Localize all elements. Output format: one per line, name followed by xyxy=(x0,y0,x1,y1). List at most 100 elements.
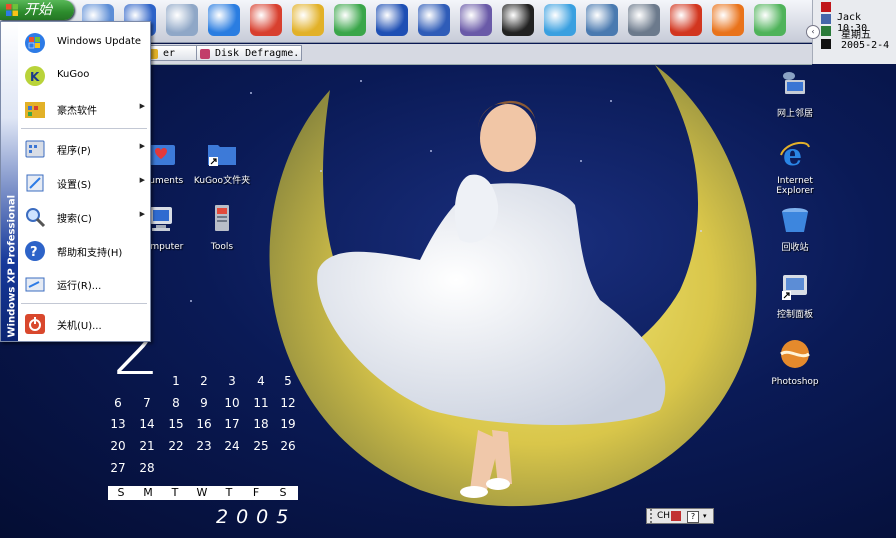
desktop-icon-recycle-bin[interactable]: 回收站 xyxy=(758,204,832,253)
screen-capture-icon[interactable] xyxy=(586,4,618,36)
options-arrow-icon[interactable]: ▾ xyxy=(703,509,707,523)
network-icon[interactable] xyxy=(166,4,198,36)
calendar-day: 12 xyxy=(280,396,296,410)
arrow-right-icon[interactable] xyxy=(712,4,744,36)
menu-item-label: Windows Update xyxy=(57,36,142,47)
camera-icon[interactable] xyxy=(628,4,660,36)
windows-update-icon xyxy=(25,33,45,53)
calendar-day: 19 xyxy=(280,417,296,431)
qq-penguin-icon[interactable] xyxy=(502,4,534,36)
menu-item-run[interactable]: 运行(R)... xyxy=(19,267,149,299)
calendar-day: 27 xyxy=(110,461,126,475)
language-bar[interactable]: CH ? ▾ xyxy=(646,508,714,524)
desktop-icon-photoshop[interactable]: Photoshop xyxy=(758,338,832,387)
calendar-day: 5 xyxy=(284,374,292,388)
menu-item-label: 豪杰软件 xyxy=(57,106,97,117)
network-places-icon xyxy=(783,72,805,94)
calendar-day: 10 xyxy=(224,396,240,410)
desktop-icon-internet-explorer[interactable]: e Internet Explorer xyxy=(758,137,832,196)
desktop-icon-tools[interactable]: Tools xyxy=(185,203,259,252)
defrag-icon xyxy=(200,49,210,59)
calendar-day: 13 xyxy=(110,417,126,431)
side-band-label: Windows XP Professional xyxy=(6,194,18,338)
internet-explorer-icon[interactable] xyxy=(208,4,240,36)
submenu-arrow-icon: ▶ xyxy=(139,176,145,184)
menu-separator xyxy=(21,128,147,129)
task-button-disk-defragmenter[interactable]: Disk Defragme... xyxy=(196,45,302,61)
calendar-day: 18 xyxy=(253,417,269,431)
calendar-day: 24 xyxy=(224,439,240,453)
settings-icon xyxy=(26,174,44,192)
calendar-day: 15 xyxy=(168,417,184,431)
desktop-icon-kugoo-folder[interactable]: KuGoo文件夹 xyxy=(185,137,259,186)
globe-icon[interactable] xyxy=(334,4,366,36)
calendar-day: 22 xyxy=(168,439,184,453)
star xyxy=(430,150,432,152)
menu-item-label: 帮助和支持(H) xyxy=(57,248,123,259)
recycle-bin-icon xyxy=(782,208,808,232)
flashget-icon[interactable] xyxy=(670,4,702,36)
star xyxy=(360,80,362,82)
search-icon xyxy=(26,208,46,228)
menu-item-help-support[interactable]: ? 帮助和支持(H) xyxy=(19,234,149,266)
calendar-weekday: W xyxy=(196,486,208,499)
menu-item-label: 设置(S) xyxy=(57,180,92,191)
outlook-icon[interactable] xyxy=(250,4,282,36)
calendar-day: 20 xyxy=(110,439,126,453)
start-button[interactable]: 开始 xyxy=(0,0,74,20)
media-icon[interactable] xyxy=(460,4,492,36)
calendar-day: 9 xyxy=(200,396,208,410)
star xyxy=(250,92,252,94)
menu-item-kugoo[interactable]: K KuGoo xyxy=(19,59,149,91)
menu-item-shutdown[interactable]: 关机(U)... xyxy=(19,307,149,339)
language-label: CH xyxy=(657,511,671,521)
desktop-icon-label: KuGoo文件夹 xyxy=(193,176,251,186)
kugoo-folder-icon xyxy=(208,145,236,166)
desktop-icon-label: Photoshop xyxy=(771,377,819,387)
word-icon[interactable] xyxy=(418,4,450,36)
battery-tray-icon[interactable] xyxy=(821,26,831,36)
monitor-tray-icon[interactable] xyxy=(821,39,831,49)
save-disk-icon[interactable] xyxy=(376,4,408,36)
help-icon[interactable]: ? xyxy=(687,511,699,523)
tools-leaf-icon[interactable] xyxy=(754,4,786,36)
menu-item-windows-update[interactable]: Windows Update xyxy=(19,26,149,58)
submenu-arrow-icon: ▶ xyxy=(139,102,145,110)
calendar-day: 6 xyxy=(114,396,122,410)
tray-weekday: 星期五 xyxy=(841,30,871,41)
kaspersky-tray-icon[interactable] xyxy=(821,2,831,12)
menu-item-label: 搜索(C) xyxy=(57,214,92,225)
calendar-day: 7 xyxy=(143,396,151,410)
menu-item-hero-software[interactable]: 豪杰软件 ▶ xyxy=(19,92,149,124)
menu-item-settings[interactable]: 设置(S) ▶ xyxy=(19,166,149,198)
calendar-weekday: M xyxy=(143,486,153,499)
lock-icon[interactable] xyxy=(292,4,324,36)
calendar-day: 23 xyxy=(196,439,212,453)
calendar-day: 2 xyxy=(200,374,208,388)
calendar-day: 25 xyxy=(253,439,269,453)
calendar-weekday: S xyxy=(279,486,287,499)
system-tray: Jack 10:30 星期五 2005-2-4 xyxy=(812,0,896,64)
help-icon: ? xyxy=(25,241,45,261)
desktop-icon-network-places[interactable]: 网上邻居 xyxy=(758,70,832,119)
calendar-day: 8 xyxy=(172,396,180,410)
tray-expand-arrow-icon[interactable]: ‹ xyxy=(806,25,820,39)
svg-text:K: K xyxy=(30,70,40,84)
start-button-label: 开始 xyxy=(24,2,52,18)
desktop-icon-label: 网上邻居 xyxy=(776,109,813,119)
menu-item-programs[interactable]: 程序(P) ▶ xyxy=(19,132,149,164)
calendar-day: 21 xyxy=(139,439,155,453)
input-method-icon[interactable] xyxy=(671,511,681,521)
calendar-day: 11 xyxy=(253,396,269,410)
task-button-row: er Disk Defragme... xyxy=(74,44,812,65)
smiley-chat-icon[interactable] xyxy=(544,4,576,36)
menu-item-search[interactable]: 搜索(C) ▶ xyxy=(19,200,149,232)
calendar-day: 14 xyxy=(139,417,155,431)
desktop-icon-control-panel[interactable]: 控制面板 xyxy=(758,271,832,320)
calendar-day: 1 xyxy=(172,374,180,388)
menu-item-label: 关机(U)... xyxy=(57,321,102,332)
network-tray-icon[interactable] xyxy=(821,14,831,24)
calendar-weekday: F xyxy=(252,486,260,499)
tools-icon xyxy=(215,205,229,231)
star xyxy=(700,230,702,232)
